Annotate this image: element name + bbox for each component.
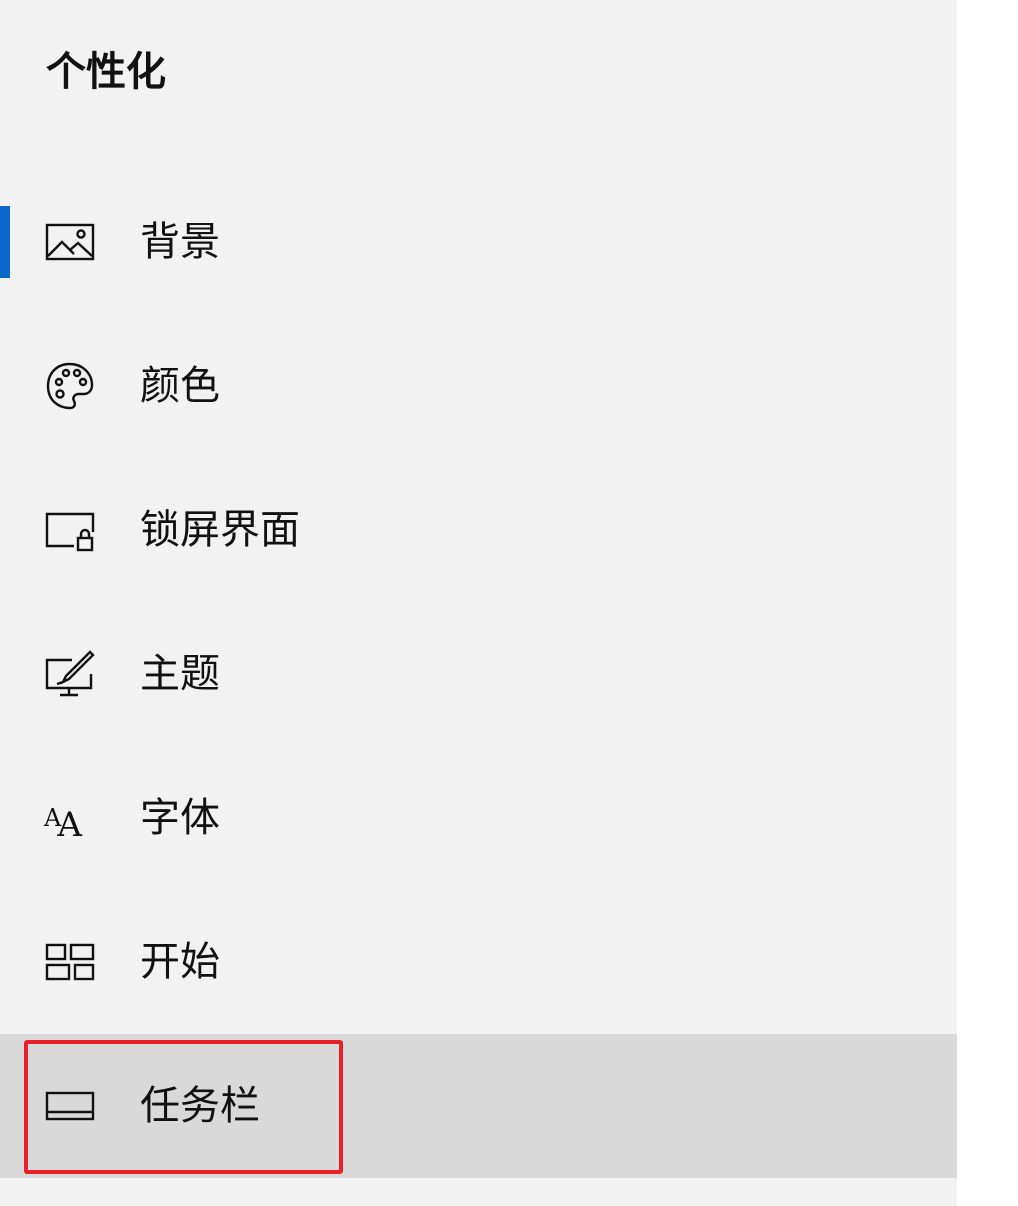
content-area-edge <box>957 0 1018 1206</box>
font-icon: AA <box>44 804 82 845</box>
nav-item-label: 背景 <box>140 219 220 265</box>
nav-item-colors[interactable]: 颜色 <box>0 314 957 458</box>
nav-item-label: 颜色 <box>140 363 220 409</box>
nav-item-lock-screen[interactable]: 锁屏界面 <box>0 458 957 602</box>
annotation-highlight-box <box>24 1040 343 1174</box>
nav-item-themes[interactable]: 主题 <box>0 602 957 746</box>
start-tiles-icon <box>44 936 96 988</box>
theme-brush-icon <box>44 648 96 700</box>
lock-screen-icon <box>44 504 96 556</box>
nav-item-label: 主题 <box>140 651 220 697</box>
palette-icon <box>44 360 96 412</box>
nav-item-label: 锁屏界面 <box>140 507 300 553</box>
nav-item-start[interactable]: 开始 <box>0 890 957 1034</box>
nav-item-fonts[interactable]: AA 字体 <box>0 746 957 890</box>
nav-item-label: 字体 <box>140 795 220 841</box>
page-title: 个性化 <box>46 49 166 95</box>
nav-item-background[interactable]: 背景 <box>0 170 957 314</box>
nav-item-label: 开始 <box>140 939 220 985</box>
picture-icon <box>44 216 96 268</box>
